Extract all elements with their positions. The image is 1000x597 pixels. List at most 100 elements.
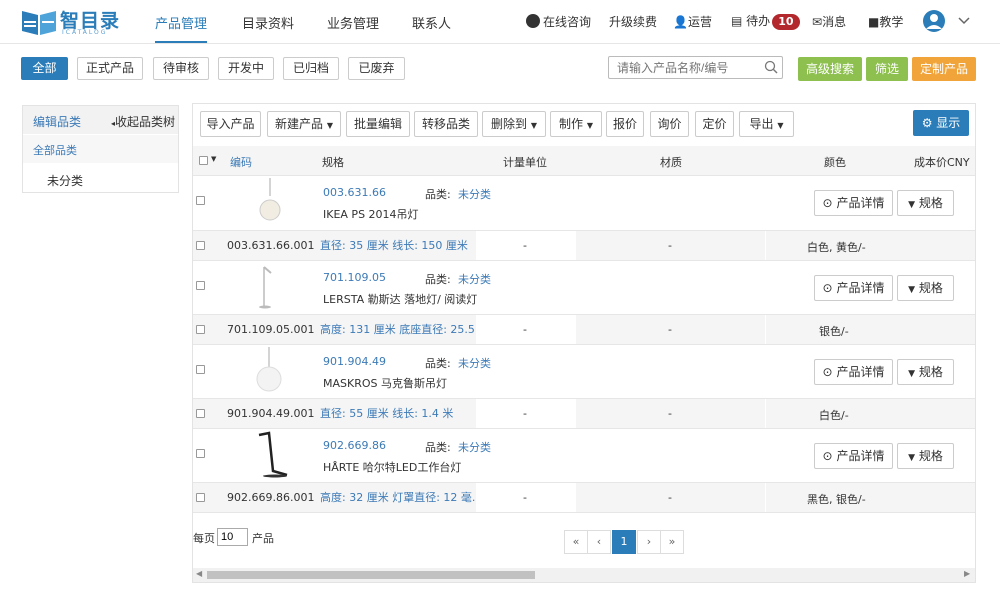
category-all[interactable]: 全部品类 <box>23 135 178 163</box>
scroll-left-icon[interactable]: ◀ <box>196 569 202 578</box>
row-checkbox[interactable] <box>196 196 205 205</box>
search-icon[interactable] <box>764 60 778 74</box>
chevron-down-icon: ▼ <box>908 453 916 463</box>
page-current-button[interactable]: 1 <box>612 530 636 554</box>
top-navbar: 智目录 ICATALOG 产品管理 目录资料 业务管理 联系人 在线咨询 升级续… <box>0 0 1000 44</box>
filter-all[interactable]: 全部 <box>21 57 68 80</box>
product-name: MASKROS 马克鲁斯吊灯 <box>323 377 447 390</box>
make-button[interactable]: 制作 ▼ <box>550 111 602 137</box>
category-value[interactable]: 未分类 <box>458 271 491 287</box>
product-code[interactable]: 901.904.49 <box>323 355 386 368</box>
filter-formal[interactable]: 正式产品 <box>77 57 143 80</box>
search-input[interactable] <box>608 56 783 79</box>
scroll-right-icon[interactable]: ▶ <box>964 569 970 578</box>
batch-edit-button[interactable]: 批量编辑 <box>346 111 410 137</box>
row-checkbox[interactable] <box>196 449 205 458</box>
category-value[interactable]: 未分类 <box>458 439 491 455</box>
variant-spec: 直径: 35 厘米 线长: 150 厘米 <box>320 239 468 252</box>
page-prev-button[interactable]: ‹ <box>587 530 611 554</box>
row-checkbox[interactable] <box>196 409 205 418</box>
per-page-input[interactable] <box>217 528 248 546</box>
header-cost-cny: 成本价CNY <box>914 156 970 169</box>
variant-row[interactable]: 701.109.05.001 高度: 131 厘米 底座直径: 25.5 ...… <box>193 314 975 345</box>
product-detail-button[interactable]: ⊙ 产品详情 <box>814 359 893 385</box>
page-first-button[interactable]: « <box>564 530 588 554</box>
spec-button[interactable]: ▼ 规格 <box>897 443 954 469</box>
variant-row[interactable]: 901.904.49.001 直径: 55 厘米 线长: 1.4 米 - - 白… <box>193 398 975 429</box>
product-row[interactable]: 902.669.86 品类: 未分类 HÅRTE 哈尔特LED工作台灯 ⊙ 产品… <box>193 429 975 483</box>
row-checkbox[interactable] <box>196 281 205 290</box>
sku-code: 902.669.86.001 <box>227 491 315 504</box>
custom-product-button[interactable]: 定制产品 <box>912 57 976 81</box>
row-checkbox[interactable] <box>196 365 205 374</box>
message-link[interactable]: ✉消息 <box>812 13 846 30</box>
product-code[interactable]: 902.669.86 <box>323 439 386 452</box>
select-all-checkbox[interactable] <box>199 156 208 165</box>
variant-row[interactable]: 003.631.66.001 直径: 35 厘米 线长: 150 厘米 - - … <box>193 230 975 261</box>
product-row[interactable]: 901.904.49 品类: 未分类 MASKROS 马克鲁斯吊灯 ⊙ 产品详情… <box>193 345 975 399</box>
filter-deprecated[interactable]: 已废弃 <box>348 57 405 80</box>
ops-link[interactable]: 👤运营 <box>673 13 712 30</box>
nav-catalog[interactable]: 目录资料 <box>242 13 294 32</box>
table-header: ▼ 编码 规格 计量单位 材质 颜色 成本价CNY <box>193 146 975 176</box>
filter-developing[interactable]: 开发中 <box>218 57 274 80</box>
horizontal-scrollbar[interactable]: ◀ ▶ <box>193 568 975 582</box>
spec-button[interactable]: ▼ 规格 <box>897 359 954 385</box>
product-code[interactable]: 701.109.05 <box>323 271 386 284</box>
variant-row[interactable]: 902.669.86.001 高度: 32 厘米 灯罩直径: 12 毫... -… <box>193 482 975 513</box>
online-consult[interactable]: 在线咨询 <box>526 13 591 30</box>
row-checkbox[interactable] <box>196 241 205 250</box>
chevron-down-icon[interactable] <box>958 16 970 26</box>
export-button[interactable]: 导出 ▼ <box>739 111 794 137</box>
row-checkbox[interactable] <box>196 493 205 502</box>
chevron-down-icon: ▼ <box>908 369 916 379</box>
filter-button[interactable]: 筛选 <box>866 57 908 81</box>
quote-button[interactable]: 报价 <box>606 111 644 137</box>
caret-down-icon[interactable]: ▼ <box>211 155 216 163</box>
filter-pending[interactable]: 待审核 <box>153 57 209 80</box>
variant-material: - <box>668 491 672 504</box>
nav-product-mgmt[interactable]: 产品管理 <box>155 13 208 43</box>
nav-business[interactable]: 业务管理 <box>327 13 379 32</box>
filter-archived[interactable]: 已归档 <box>283 57 339 80</box>
category-uncategorized[interactable]: 未分类 <box>47 172 83 189</box>
delete-to-button[interactable]: 删除到 ▼ <box>482 111 546 137</box>
per-page-label: 每页 <box>193 532 215 545</box>
product-detail-button[interactable]: ⊙ 产品详情 <box>814 443 893 469</box>
scrollbar-thumb[interactable] <box>207 571 535 579</box>
category-value[interactable]: 未分类 <box>458 355 491 371</box>
edit-category-link[interactable]: 编辑品类 <box>33 113 81 130</box>
import-product-button[interactable]: 导入产品 <box>200 111 261 137</box>
product-detail-button[interactable]: ⊙ 产品详情 <box>814 275 893 301</box>
per-page-unit: 产品 <box>252 532 274 545</box>
pricing-button[interactable]: 定价 <box>695 111 734 137</box>
row-checkbox[interactable] <box>196 325 205 334</box>
upgrade-link[interactable]: 升级续费 <box>609 13 657 30</box>
product-row[interactable]: 701.109.05 品类: 未分类 LERSTA 勒斯达 落地灯/ 阅读灯 ⊙… <box>193 261 975 315</box>
teach-link[interactable]: ■教学 <box>868 13 903 30</box>
product-detail-button[interactable]: ⊙ 产品详情 <box>814 190 893 216</box>
product-row[interactable]: 003.631.66 品类: 未分类 IKEA PS 2014吊灯 ⊙ 产品详情… <box>193 176 975 230</box>
product-code[interactable]: 003.631.66 <box>323 186 386 199</box>
display-button[interactable]: ⚙ 显示 <box>913 110 969 136</box>
chevron-down-icon: ▼ <box>908 200 916 210</box>
advanced-search-button[interactable]: 高级搜索 <box>798 57 862 81</box>
more-circle-icon: ⊙ <box>822 449 833 463</box>
inquiry-button[interactable]: 询价 <box>650 111 689 137</box>
page-last-button[interactable]: » <box>660 530 684 554</box>
page-next-button[interactable]: › <box>637 530 661 554</box>
user-avatar[interactable] <box>923 10 945 32</box>
book-logo-icon <box>22 11 56 35</box>
header-code[interactable]: 编码 <box>230 154 252 170</box>
category-panel: 编辑品类 ◂收起品类树 全部品类 未分类 <box>22 105 179 193</box>
todo-link[interactable]: ▤ 待办 10 <box>731 12 800 30</box>
sku-code: 701.109.05.001 <box>227 323 315 336</box>
spec-button[interactable]: ▼ 规格 <box>897 190 954 216</box>
spec-button[interactable]: ▼ 规格 <box>897 275 954 301</box>
new-product-button[interactable]: 新建产品 ▼ <box>267 111 341 137</box>
category-value[interactable]: 未分类 <box>458 186 491 202</box>
transfer-category-button[interactable]: 转移品类 <box>414 111 478 137</box>
caret-down-icon: ▼ <box>586 121 593 130</box>
nav-contacts[interactable]: 联系人 <box>412 13 451 32</box>
collapse-tree-link[interactable]: ◂收起品类树 <box>111 113 175 130</box>
